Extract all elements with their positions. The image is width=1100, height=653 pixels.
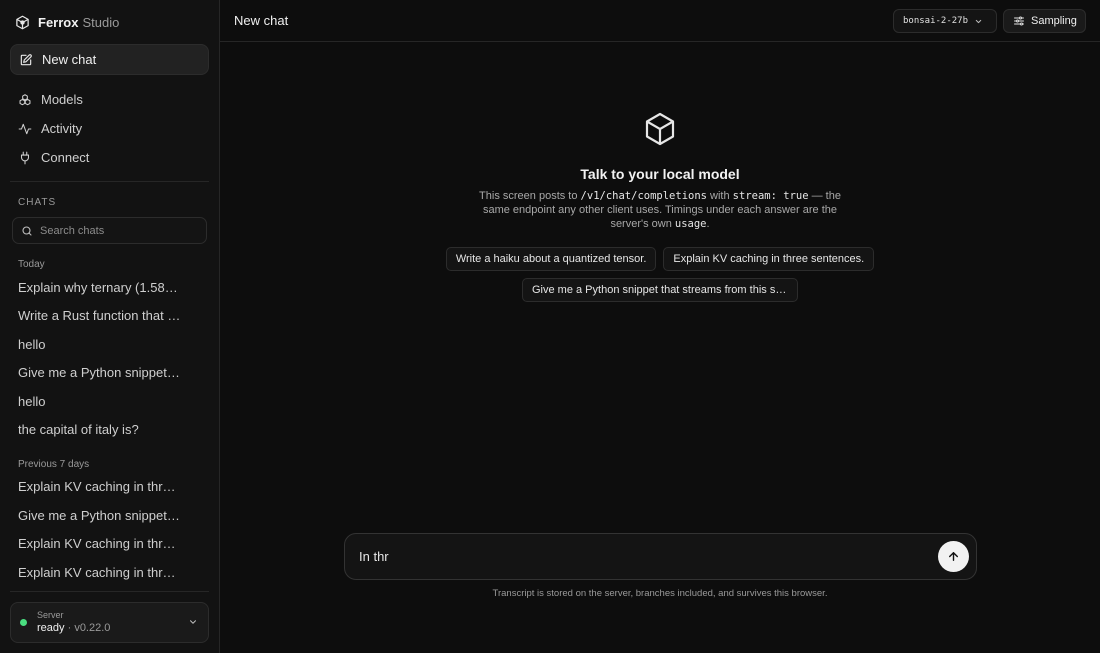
brand-suffix: Studio <box>82 14 120 30</box>
usage-code: usage <box>674 218 707 230</box>
suggestion-row: Write a haiku about a quantized tensor. … <box>445 247 875 271</box>
desc-text: with <box>706 190 733 202</box>
sliders-icon <box>1013 15 1025 27</box>
chat-item[interactable]: hello <box>10 331 182 359</box>
divider <box>10 181 209 182</box>
desc-text: This screen posts to <box>479 190 581 202</box>
brand-name: Ferrox <box>38 14 79 30</box>
suggestion-chip[interactable]: Explain KV caching in three sentences. <box>663 247 875 271</box>
chats-section-title: CHATS <box>18 197 57 208</box>
chat-group-label-previous: Previous 7 days <box>18 459 90 471</box>
new-chat-button[interactable]: New chat <box>10 44 209 75</box>
chat-group-label-today: Today <box>18 259 45 270</box>
divider <box>10 591 209 592</box>
model-select-value: bonsai-2-27b <box>903 16 969 26</box>
model-select[interactable]: bonsai-2-27b <box>893 9 997 33</box>
suggestion-chip[interactable]: Write a haiku about a quantized tensor. <box>445 247 657 271</box>
sidebar: Ferrox Studio New chat Models Activity C… <box>0 0 220 653</box>
chat-item[interactable]: Give me a Python snippet that streams fr… <box>10 502 182 530</box>
search-icon <box>21 225 33 237</box>
empty-state: Talk to your local model This screen pos… <box>220 112 1100 302</box>
empty-state-description: This screen posts to /v1/chat/completion… <box>470 189 850 231</box>
footnote: Transcript is stored on the server, bran… <box>492 588 828 599</box>
chat-item[interactable]: Write a Rust function that parses a conf… <box>10 302 182 330</box>
chat-item[interactable]: Explain KV caching in three sentences. <box>10 559 182 587</box>
server-info: Server ready · v0.22.0 <box>37 610 110 635</box>
chat-item[interactable]: Explain why ternary (1.58-bit) quantizat… <box>10 274 182 302</box>
boxes-icon <box>18 93 32 107</box>
chat-item[interactable]: the capital of italy is? <box>10 416 182 444</box>
sidebar-nav: Models Activity Connect <box>10 85 209 172</box>
search-input[interactable] <box>40 224 190 237</box>
plug-icon <box>18 151 32 165</box>
suggestion-chip[interactable]: Give me a Python snippet that streams fr… <box>522 278 798 302</box>
topbar: New chat bonsai-2-27b Sampling <box>220 0 1100 42</box>
server-label: Server <box>37 610 64 620</box>
sidebar-item-label: Activity <box>41 121 83 136</box>
model-cube-icon <box>644 112 676 146</box>
server-version: v0.22.0 <box>74 622 111 634</box>
edit-icon <box>19 53 33 67</box>
status-dot <box>20 619 27 626</box>
sampling-button[interactable]: Sampling <box>1003 9 1086 33</box>
chat-item[interactable]: Give me a Python snippet that streams fr… <box>10 359 182 387</box>
server-status: ready · v0.22.0 <box>37 622 111 634</box>
app: Ferrox Studio New chat Models Activity C… <box>0 0 1100 653</box>
chat-list-today: Explain why ternary (1.58-bit) quantizat… <box>10 274 209 444</box>
new-chat-label: New chat <box>42 52 97 67</box>
search-chats[interactable] <box>12 217 207 244</box>
chat-list-previous: Explain KV caching in three sentences. G… <box>10 473 209 587</box>
page-title: New chat <box>234 13 289 28</box>
brand: Ferrox Studio <box>10 0 209 44</box>
server-status-button[interactable]: Server ready · v0.22.0 <box>10 602 209 643</box>
chevron-down-icon <box>188 617 198 627</box>
empty-state-title: Talk to your local model <box>580 166 740 182</box>
sidebar-item-activity[interactable]: Activity <box>10 114 209 143</box>
suggestion-row: Give me a Python snippet that streams fr… <box>522 278 798 302</box>
arrow-up-icon <box>947 550 960 563</box>
sampling-label: Sampling <box>1031 15 1077 27</box>
sidebar-item-models[interactable]: Models <box>10 85 209 114</box>
chat-item[interactable]: hello <box>10 388 182 416</box>
send-button[interactable] <box>938 541 969 572</box>
activity-icon <box>18 122 32 136</box>
composer <box>344 533 977 580</box>
stream-code: stream: true <box>732 190 809 202</box>
sidebar-item-label: Connect <box>41 150 90 165</box>
message-input[interactable] <box>359 549 919 564</box>
main: New chat bonsai-2-27b Sampling Talk to y… <box>220 0 1100 653</box>
chevron-down-icon <box>974 17 983 26</box>
server-status-text: ready <box>37 622 65 634</box>
endpoint-code: /v1/chat/completions <box>580 190 707 202</box>
logo-icon <box>15 15 30 30</box>
chat-item[interactable]: Explain KV caching in three sentences. <box>10 530 182 558</box>
sidebar-item-label: Models <box>41 92 83 107</box>
sidebar-item-connect[interactable]: Connect <box>10 143 209 172</box>
chat-item[interactable]: Explain KV caching in three sentences. <box>10 473 182 501</box>
desc-text: . <box>706 218 710 230</box>
